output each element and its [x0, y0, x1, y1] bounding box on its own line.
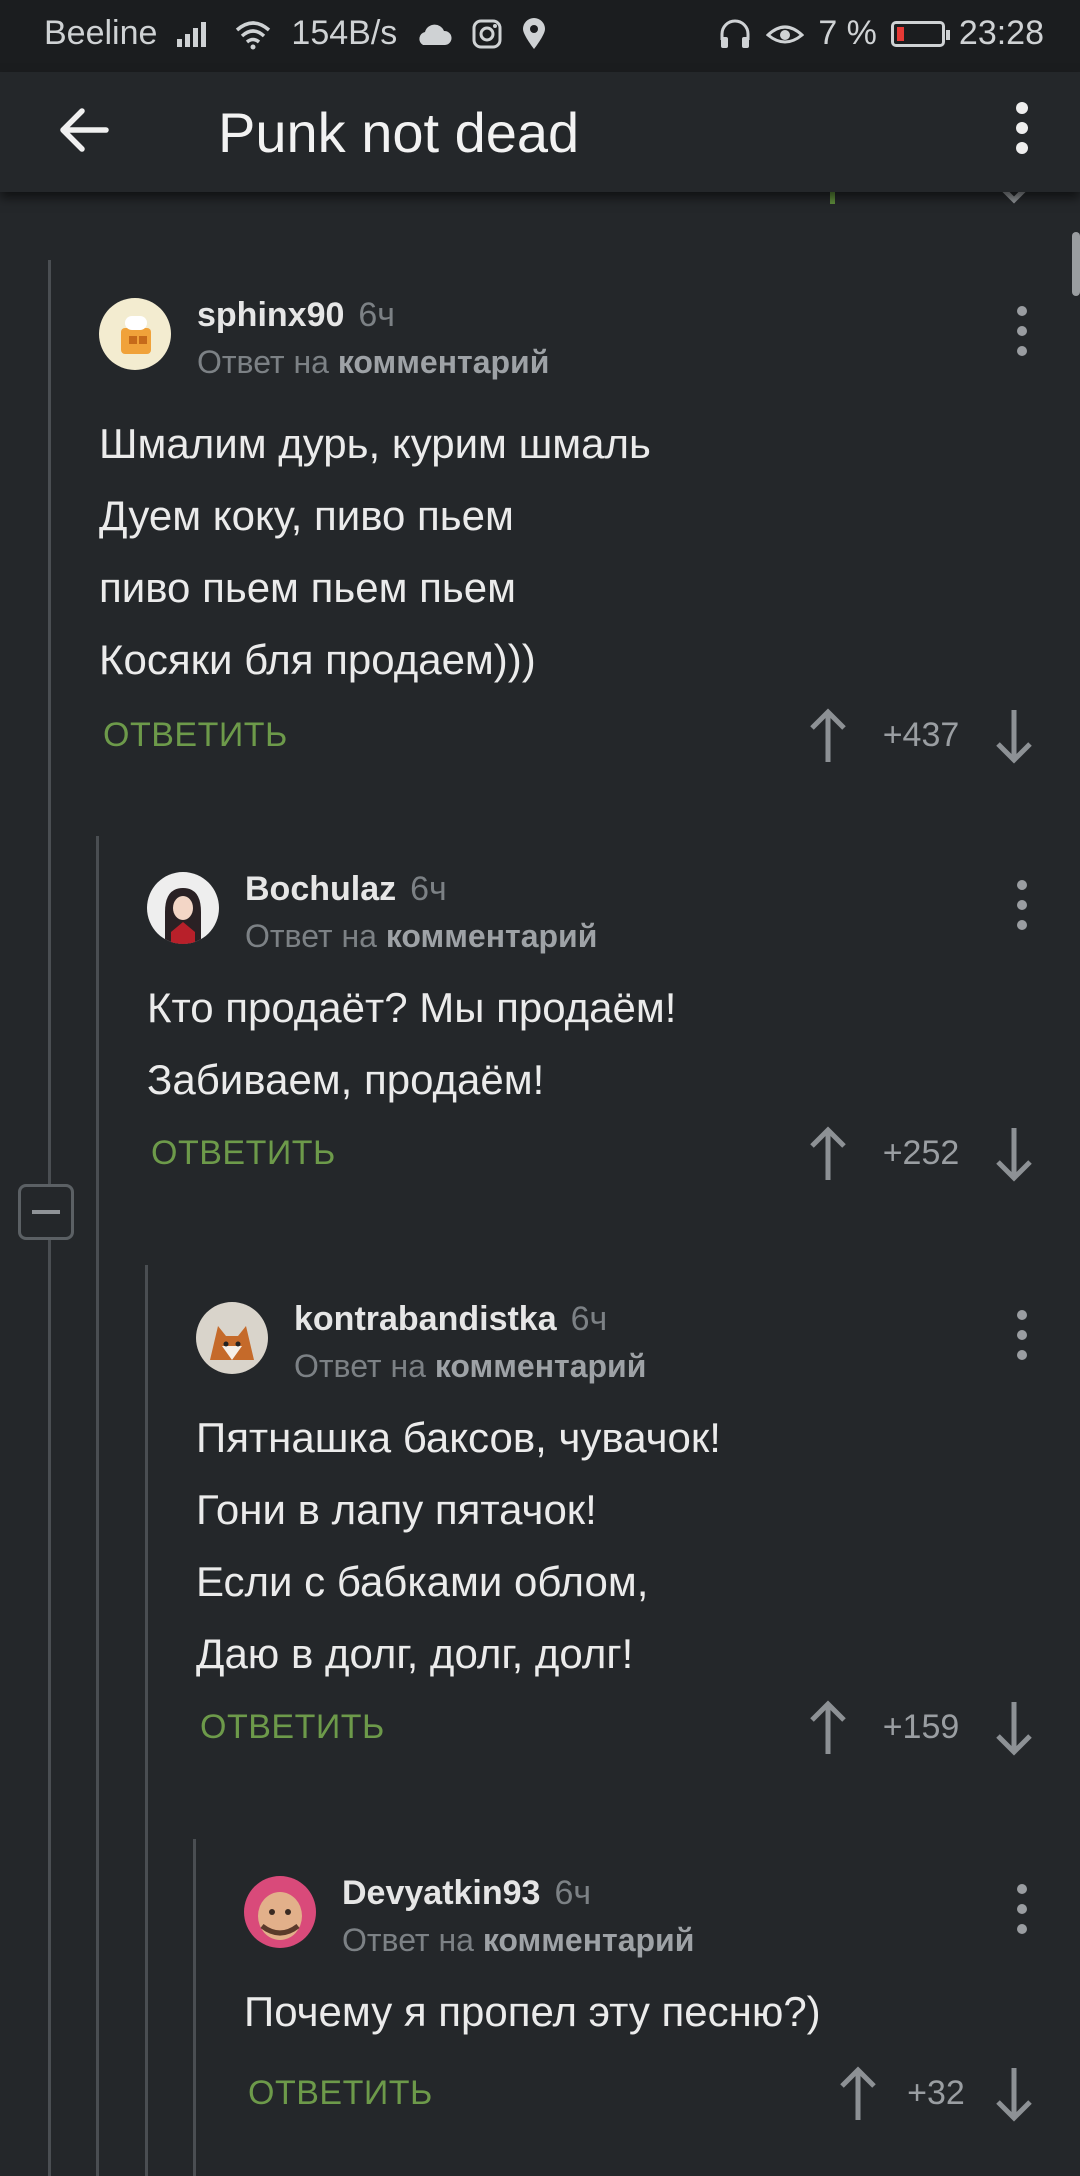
previous-comment-fragment — [830, 192, 835, 204]
vote-controls: +437 — [806, 702, 1036, 772]
comment-score: +159 — [882, 1708, 960, 1746]
comment-menu-icon[interactable] — [1014, 1884, 1030, 1944]
downvote-icon[interactable] — [992, 706, 1036, 766]
reply-button[interactable]: ОТВЕТИТЬ — [103, 716, 288, 755]
reply-context[interactable]: Ответ на комментарий — [197, 344, 549, 381]
comment-time: 6ч — [570, 1300, 608, 1338]
comment-score: +252 — [882, 1134, 960, 1172]
reply-prefix: Ответ на — [245, 918, 377, 954]
comment-score: +437 — [882, 716, 960, 754]
comment-line: пиво пьем пьем пьем — [99, 564, 516, 611]
comments-list: sphinx90 6ч Ответ на комментарий Шмалим д… — [0, 192, 1080, 2176]
comment-time: 6ч — [358, 296, 396, 334]
downvote-icon[interactable] — [992, 1698, 1036, 1758]
comment-line: Дуем коку, пиво пьем — [99, 492, 514, 539]
upvote-icon[interactable] — [836, 2064, 880, 2124]
comment-time: 6ч — [410, 870, 447, 908]
comment-author[interactable]: Bochulaz 6ч — [245, 870, 447, 909]
vote-controls: +159 — [806, 1694, 1036, 1764]
comment-bochulaz: Bochulaz 6ч Ответ на комментарий Кто прод… — [147, 870, 1080, 1202]
comment-time: 6ч — [554, 1874, 592, 1912]
upvote-icon[interactable] — [806, 1124, 850, 1184]
vote-controls: +252 — [806, 1120, 1036, 1190]
reply-target-link[interactable]: комментарий — [483, 1922, 695, 1958]
reply-prefix: Ответ на — [294, 1348, 426, 1384]
comment-line: Косяки бля продаем))) — [99, 636, 536, 683]
headphones-icon — [720, 19, 750, 48]
comment-menu-icon[interactable] — [1014, 1310, 1030, 1370]
comment-line: Почему я пропел эту песню?) — [244, 1988, 821, 2035]
avatar[interactable] — [147, 872, 219, 944]
comment-author[interactable]: Devyatkin93 6ч — [342, 1874, 591, 1913]
comment-line: Забиваем, продаём! — [147, 1056, 545, 1103]
reply-context[interactable]: Ответ на комментарий — [245, 918, 597, 955]
previous-downvote-icon[interactable] — [996, 192, 1032, 206]
eye-icon — [766, 25, 805, 43]
instagram-icon — [472, 19, 502, 48]
comment-text: Шмалим дурь, курим шмаль Дуем коку, пиво… — [99, 408, 651, 696]
author-name[interactable]: Devyatkin93 — [342, 1874, 540, 1912]
battery-icon — [890, 20, 950, 47]
reply-button[interactable]: ОТВЕТИТЬ — [248, 2074, 433, 2113]
signal-icon — [177, 21, 207, 47]
clock: 23:28 — [958, 14, 1044, 52]
thread-line-level-2 — [96, 836, 99, 2176]
overflow-menu-icon[interactable] — [1002, 94, 1042, 170]
comment-menu-icon[interactable] — [1014, 880, 1030, 940]
author-name[interactable]: sphinx90 — [197, 296, 344, 334]
author-name[interactable]: Bochulaz — [245, 870, 396, 908]
page-title: Punk not dead — [218, 101, 580, 164]
thread-line-level-3 — [145, 1265, 148, 2176]
comment-line: Кто продаёт? Мы продаём! — [147, 984, 677, 1031]
comment-line: Если с бабками облом, — [196, 1558, 649, 1605]
status-bar: Beeline 154B/s 7 % 23:28 — [0, 0, 1080, 72]
avatar[interactable] — [244, 1876, 316, 1948]
downvote-icon[interactable] — [992, 1124, 1036, 1184]
comment-text: Пятнашка баксов, чувачок! Гони в лапу пя… — [196, 1402, 721, 1690]
app-bar: Punk not dead — [0, 72, 1080, 192]
downvote-icon[interactable] — [992, 2064, 1036, 2124]
comment-author[interactable]: sphinx90 6ч — [197, 296, 395, 335]
network-speed: 154B/s — [291, 14, 398, 52]
vote-controls: +32 — [836, 2060, 1036, 2130]
thread-line-level-4 — [193, 1839, 196, 2176]
comment-text: Кто продаёт? Мы продаём! Забиваем, прода… — [147, 972, 676, 1116]
comment-author[interactable]: kontrabandistka 6ч — [294, 1300, 607, 1339]
wifi-icon — [236, 20, 271, 49]
carrier-label: Beeline — [44, 14, 158, 52]
comment-devyatkin93: Devyatkin93 6ч Ответ на комментарий Почем… — [244, 1874, 1080, 2176]
comment-text: Почему я пропел эту песню?) — [244, 1976, 821, 2048]
comment-line: Гони в лапу пятачок! — [196, 1486, 597, 1533]
avatar[interactable] — [99, 298, 171, 370]
avatar[interactable] — [196, 1302, 268, 1374]
comment-line: Пятнашка баксов, чувачок! — [196, 1414, 721, 1461]
comment-sphinx90: sphinx90 6ч Ответ на комментарий Шмалим д… — [99, 296, 1080, 764]
reply-prefix: Ответ на — [342, 1922, 474, 1958]
reply-context[interactable]: Ответ на комментарий — [342, 1922, 694, 1959]
comment-menu-icon[interactable] — [1014, 306, 1030, 366]
reply-target-link[interactable]: комментарий — [386, 918, 598, 954]
reply-target-link[interactable]: комментарий — [435, 1348, 647, 1384]
comment-score: +32 — [907, 2074, 965, 2112]
reply-button[interactable]: ОТВЕТИТЬ — [151, 1134, 336, 1173]
reply-button[interactable]: ОТВЕТИТЬ — [200, 1708, 385, 1747]
comment-kontrabandistka: kontrabandistka 6ч Ответ на комментарий П… — [196, 1300, 1080, 1764]
upvote-icon[interactable] — [806, 706, 850, 766]
reply-prefix: Ответ на — [197, 344, 329, 380]
location-icon — [523, 17, 546, 49]
comment-line: Шмалим дурь, курим шмаль — [99, 420, 651, 467]
battery-percent: 7 % — [818, 14, 877, 52]
upvote-icon[interactable] — [806, 1698, 850, 1758]
reply-target-link[interactable]: комментарий — [338, 344, 550, 380]
collapse-thread-button[interactable] — [18, 1184, 74, 1240]
scrollbar[interactable] — [1072, 232, 1080, 296]
back-arrow-icon[interactable] — [52, 98, 116, 162]
reply-context[interactable]: Ответ на комментарий — [294, 1348, 646, 1385]
cloud-icon — [419, 24, 452, 45]
author-name[interactable]: kontrabandistka — [294, 1300, 557, 1338]
comment-line: Даю в долг, долг, долг! — [196, 1630, 634, 1677]
